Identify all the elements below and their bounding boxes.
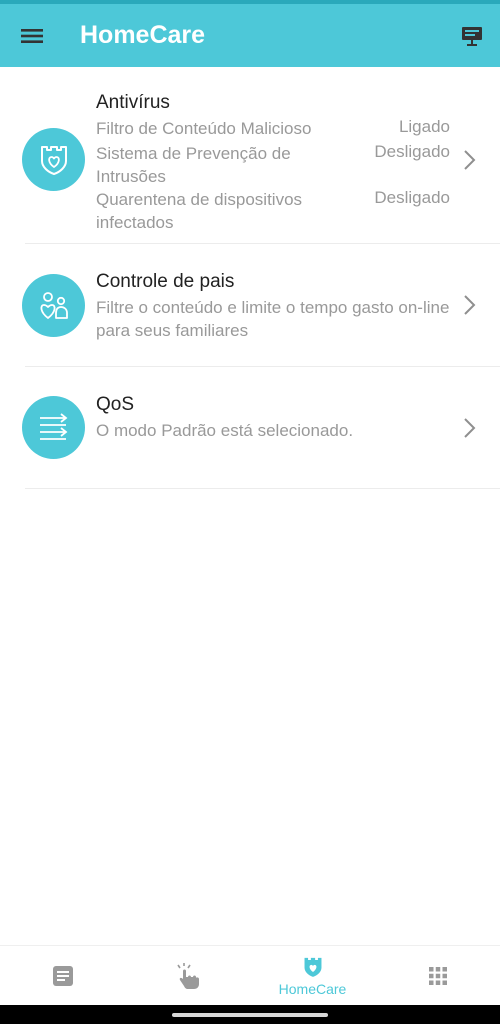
family-heart-icon xyxy=(40,291,68,319)
divider xyxy=(25,488,500,489)
qos-description: O modo Padrão está selecionado. xyxy=(96,421,354,440)
chevron-right-icon xyxy=(464,295,476,315)
parental-control-title: Controle de pais xyxy=(96,271,235,292)
grid-icon xyxy=(428,967,447,985)
chevron-right-icon xyxy=(464,418,476,438)
system-navigation-bar xyxy=(0,1005,500,1024)
priority-arrows-icon xyxy=(39,412,67,440)
nav-item-overview[interactable] xyxy=(0,946,125,1006)
tap-hand-icon xyxy=(176,963,199,989)
antivirus-row-value: Desligado xyxy=(374,142,450,161)
nav-item-more[interactable] xyxy=(375,946,500,1006)
nav-item-tools[interactable] xyxy=(125,946,250,1006)
parental-control-description: Filtre o conteúdo e limite o tempo gasto… xyxy=(96,298,450,340)
feedback-button[interactable] xyxy=(454,18,490,54)
antivirus-row-label: Sistema de Prevenção de Intrusões xyxy=(96,144,291,186)
qos-icon-badge xyxy=(22,396,85,459)
shield-heart-icon xyxy=(40,145,67,175)
chevron-right-icon xyxy=(464,150,476,170)
antivirus-row-label: Quarentena de dispositivos infectados xyxy=(96,190,303,232)
home-indicator[interactable] xyxy=(172,1013,328,1017)
page-title: HomeCare xyxy=(80,21,206,49)
hamburger-menu-icon xyxy=(21,29,43,43)
parental-icon-badge xyxy=(22,274,85,337)
antivirus-row-value: Ligado xyxy=(398,117,450,136)
antivirus-card[interactable]: Antivírus Filtro de Conteúdo Malicioso L… xyxy=(0,67,500,244)
nav-item-label: HomeCare xyxy=(278,981,347,997)
antivirus-title: Antivírus xyxy=(96,92,170,113)
nav-item-homecare[interactable]: HomeCare xyxy=(250,946,375,1006)
app-bar: HomeCare xyxy=(0,4,500,67)
presentation-feedback-icon xyxy=(462,27,482,46)
antivirus-icon-badge xyxy=(22,128,85,191)
bottom-navigation: HomeCare xyxy=(0,945,500,1005)
qos-card[interactable]: QoS O modo Padrão está selecionado. xyxy=(0,367,500,489)
antivirus-row-label: Filtro de Conteúdo Malicioso xyxy=(96,119,312,138)
shield-heart-icon xyxy=(304,957,321,977)
parental-control-card[interactable]: Controle de pais Filtre o conteúdo e lim… xyxy=(0,244,500,366)
document-icon xyxy=(52,966,73,986)
qos-title: QoS xyxy=(96,394,135,415)
antivirus-row-value: Desligado xyxy=(374,188,450,207)
menu-button[interactable] xyxy=(14,18,50,54)
